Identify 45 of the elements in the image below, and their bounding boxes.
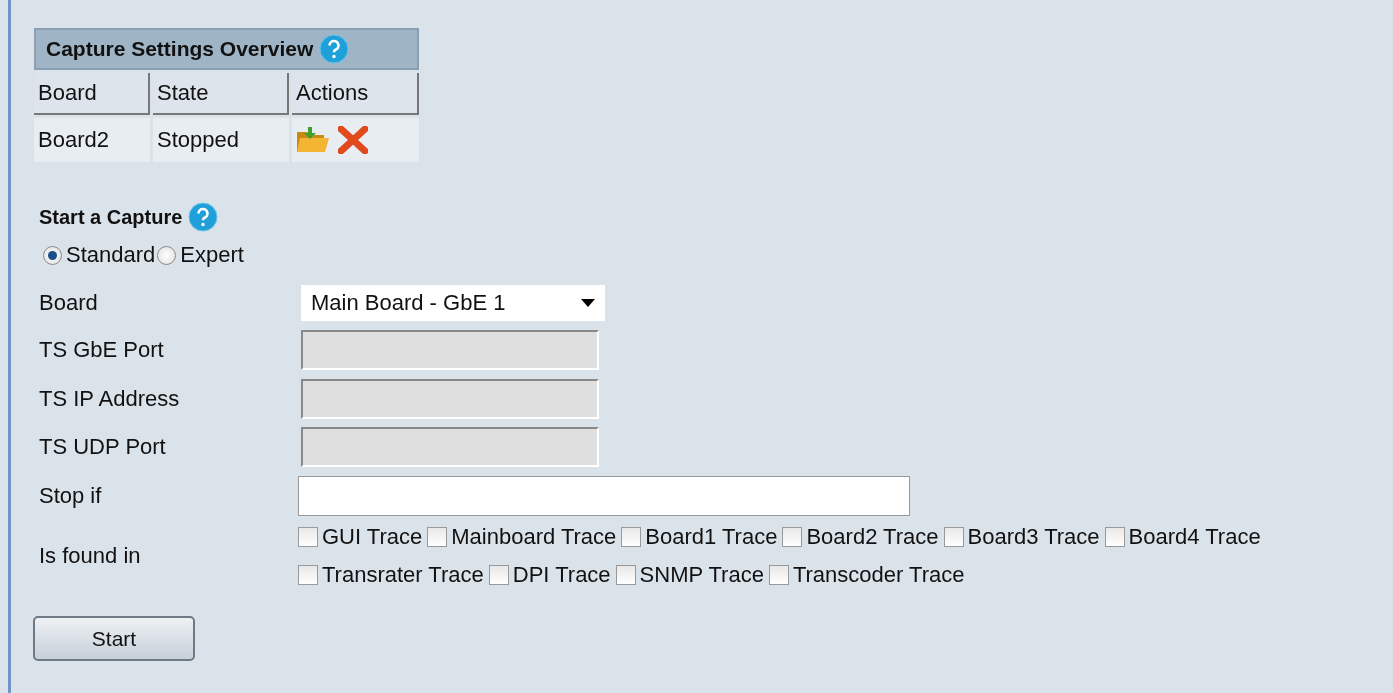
section-title: Start a Capture [39,205,183,229]
checkbox-label: Transrater Trace [322,562,484,588]
column-header: Board [34,73,150,115]
checkbox[interactable] [782,527,803,547]
field-label: TS GbE Port [38,337,165,364]
column-header: State [153,73,289,115]
checkbox[interactable] [943,527,964,547]
checkbox-label: SNMP Trace [639,562,764,588]
radio-label: Expert [180,242,244,268]
checkbox-label: Board4 Trace [1128,524,1261,550]
table-title: Capture Settings Overview [46,37,314,61]
help-icon[interactable] [188,202,219,232]
board-dropdown[interactable]: Main Board - GbE 1 [301,285,605,321]
checkbox[interactable] [488,565,509,585]
field-label: TS UDP Port [38,434,167,461]
help-icon[interactable] [319,34,350,64]
checkbox-label: Mainboard Trace [451,524,617,550]
checkbox-label: Transcoder Trace [792,562,965,588]
checkbox-label: Board3 Trace [967,524,1100,550]
start-button[interactable]: Start [33,616,195,661]
field-label: TS IP Address [38,385,181,412]
checkbox-label: Board2 Trace [806,524,939,550]
folder-icon[interactable] [296,127,330,153]
field-label: Stop if [38,482,103,509]
input-field[interactable] [298,475,910,516]
checkbox[interactable] [298,527,318,547]
table-cell: Stopped [153,118,289,162]
radio-label: Standard [66,242,156,268]
column-header: Actions [292,73,419,115]
field-label: Is found in [38,543,142,569]
table-cell: Board2 [34,118,150,162]
checkbox-label: Board1 Trace [645,524,778,550]
radio-button[interactable] [43,245,62,265]
checkbox[interactable] [768,565,789,585]
checkbox[interactable] [1104,527,1125,547]
caret-icon [581,299,595,307]
radio-button[interactable] [157,245,177,265]
checkbox-label: GUI Trace [322,524,423,550]
checkbox[interactable] [621,527,642,547]
field-label: Board [38,290,99,316]
delete-icon[interactable] [338,126,368,154]
checkbox[interactable] [427,527,448,547]
checkbox[interactable] [298,565,318,585]
checkbox[interactable] [615,565,636,585]
checkbox-label: DPI Trace [512,562,611,588]
